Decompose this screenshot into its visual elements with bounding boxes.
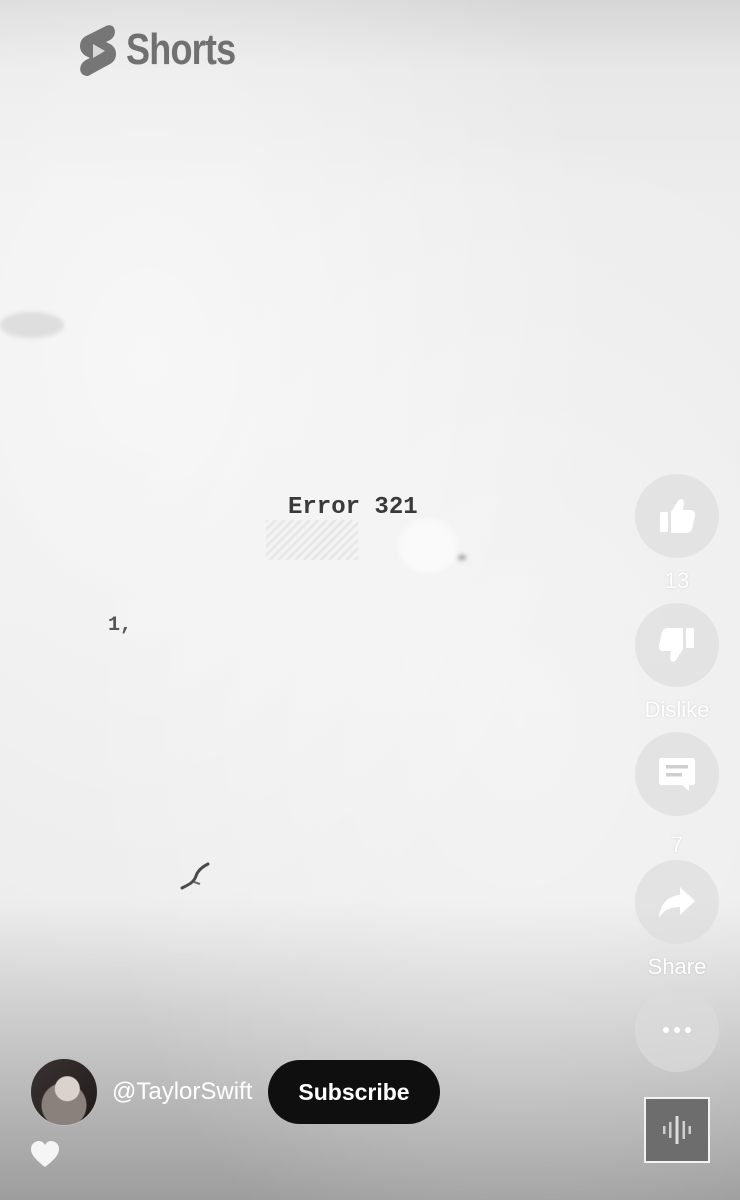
comment-icon bbox=[658, 756, 696, 792]
dislike-label: Dislike bbox=[644, 697, 710, 722]
share-label: Share bbox=[647, 954, 707, 979]
share-action[interactable]: Share bbox=[635, 860, 719, 980]
sound-thumbnail[interactable] bbox=[644, 1097, 710, 1163]
ink-squiggle bbox=[180, 862, 210, 890]
channel-row: @TaylorSwift Subscribe bbox=[30, 1058, 440, 1126]
shorts-icon bbox=[80, 25, 116, 76]
more-action[interactable] bbox=[635, 988, 719, 1072]
paper-smudge bbox=[398, 518, 458, 574]
shorts-logo-text: Shorts bbox=[126, 25, 236, 74]
typed-small-text: 1, bbox=[108, 614, 133, 637]
video-player[interactable]: Shorts Error 321 1, bbox=[0, 0, 740, 1200]
share-icon bbox=[658, 885, 696, 919]
paper-texture bbox=[266, 520, 358, 560]
more-horizontal-icon bbox=[662, 1026, 692, 1034]
more-button[interactable] bbox=[635, 988, 719, 1072]
comments-button[interactable] bbox=[635, 732, 719, 816]
like-button[interactable] bbox=[635, 474, 719, 558]
thumbs-up-icon bbox=[658, 498, 696, 534]
shorts-logo: Shorts bbox=[76, 22, 259, 78]
thumbs-down-icon bbox=[658, 627, 696, 663]
paper-smudge bbox=[0, 312, 64, 338]
channel-handle[interactable]: @TaylorSwift bbox=[112, 1078, 252, 1106]
like-count: 13 bbox=[664, 568, 690, 593]
comments-action[interactable]: 7 bbox=[635, 732, 719, 858]
heart-icon bbox=[31, 1141, 59, 1167]
share-button[interactable] bbox=[635, 860, 719, 944]
ink-dot bbox=[458, 555, 466, 560]
dislike-action[interactable]: Dislike bbox=[635, 603, 719, 723]
audio-wave-icon bbox=[663, 1116, 691, 1144]
subscribe-button[interactable]: Subscribe bbox=[268, 1060, 440, 1124]
like-action[interactable]: 13 bbox=[635, 474, 719, 594]
channel-avatar[interactable] bbox=[30, 1058, 98, 1126]
comment-count: 7 bbox=[670, 832, 684, 857]
typed-error-text: Error 321 bbox=[288, 494, 418, 521]
dislike-button[interactable] bbox=[635, 603, 719, 687]
